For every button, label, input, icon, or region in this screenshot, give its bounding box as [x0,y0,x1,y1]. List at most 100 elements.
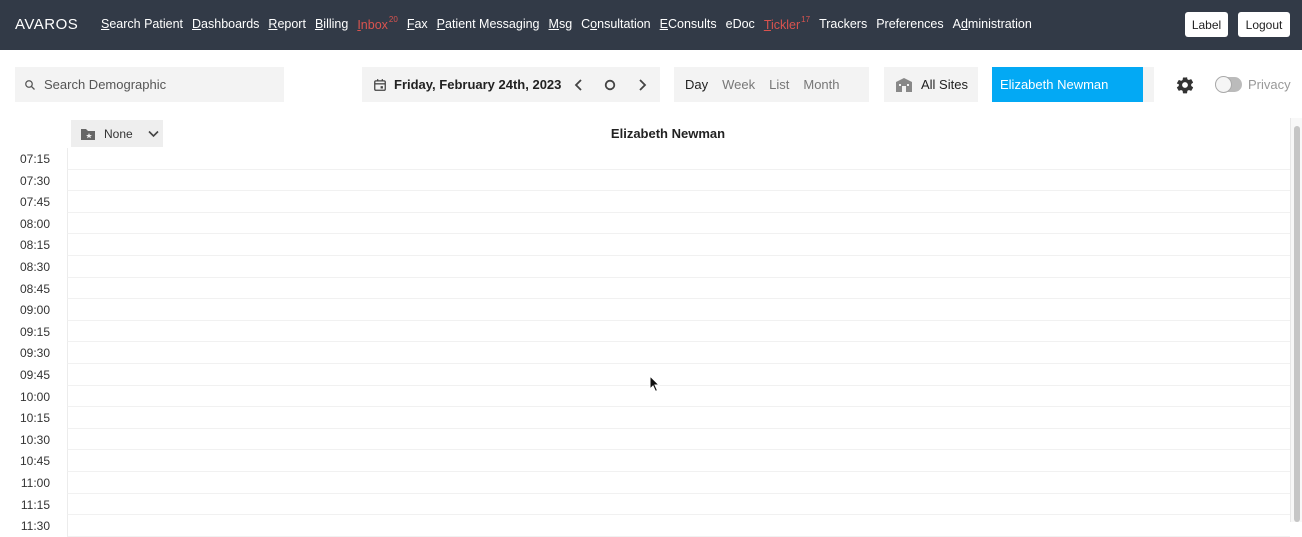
appointment-slot[interactable] [67,212,1290,235]
nav-item-text: C [581,17,591,31]
nav-item[interactable]: eDoc [726,17,755,32]
privacy-toggle[interactable] [1215,76,1242,93]
tab-week[interactable]: Week [722,77,755,92]
appointment-slot[interactable] [67,471,1290,494]
appointment-slot[interactable] [67,148,1290,170]
top-navbar: AVAROS Search Patient Dashboards Report Bil… [0,0,1302,50]
nav-item-text: eport [277,17,306,31]
gear-icon [1176,77,1194,94]
nav-item[interactable]: EConsults [660,17,717,32]
appointment-slot[interactable] [67,385,1290,408]
appointment-slot[interactable] [67,450,1290,472]
nav-item-text: nbox [360,18,388,33]
appointment-slot[interactable] [67,169,1290,192]
nav-item[interactable]: Billing [315,17,348,32]
nav-item[interactable]: Inbox20 [357,15,398,33]
time-slot-row: 09:45 [0,363,1290,386]
appointment-slot[interactable] [67,234,1290,256]
time-label: 09:15 [19,324,50,339]
next-day-button[interactable] [630,67,654,102]
previous-day-button[interactable] [567,67,591,102]
nav-item[interactable]: Trackers [819,17,867,32]
sites-selector[interactable]: All Sites [884,67,978,102]
appointment-slot[interactable] [67,191,1290,213]
nav-item-text: ashboards [201,17,260,31]
search-input[interactable] [44,77,264,92]
appointment-slot[interactable] [67,277,1290,300]
nav-item-text: atient Messaging [445,17,540,31]
time-label: 10:15 [19,411,50,426]
search-demographic [15,67,284,102]
time-slot-row: 10:45 [0,450,1290,472]
appointment-slot[interactable] [67,320,1290,343]
time-label: 11:00 [20,475,50,490]
nav-badge: 17 [801,15,811,24]
nav-item[interactable]: Administration [953,17,1032,32]
folder-label: None [104,126,133,141]
appointment-slot[interactable] [67,255,1290,278]
scrollbar-thumb[interactable] [1294,126,1300,522]
time-slot-row: 09:00 [0,299,1290,321]
label-button[interactable]: Label [1185,12,1228,37]
time-slot-row: 11:30 [0,515,1290,537]
nav-item-text: ministration [967,17,1032,31]
time-slot-row: 10:15 [0,407,1290,429]
appointment-slot[interactable] [67,515,1290,537]
nav-item-text: ax [414,17,428,31]
time-slot-row: 11:15 [0,493,1290,516]
nav-item-text: nsultation [597,17,651,31]
nav-item-hotkey: M [548,17,559,31]
time-slot-row: 09:30 [0,342,1290,364]
today-button[interactable] [598,67,622,102]
time-label: 09:00 [19,303,50,318]
appointment-slot[interactable] [67,363,1290,386]
nav-item[interactable]: Tickler17 [764,15,811,33]
nav-item-text: ickler [770,18,801,33]
sites-label: All Sites [921,77,968,92]
time-label: 10:45 [19,454,50,469]
provider-column-title: Elizabeth Newman [610,126,726,141]
nav-item[interactable]: Msg [549,17,573,32]
nav-item[interactable]: Consultation [581,17,651,32]
tab-month[interactable]: Month [803,77,839,92]
folder-dropdown[interactable]: None [71,120,163,147]
tab-list[interactable]: List [769,77,789,92]
chevron-down-icon [148,130,159,137]
time-label: 08:15 [19,238,50,253]
nav-item-text: A [952,17,961,31]
vertical-scrollbar[interactable] [1290,118,1302,522]
appointment-slot[interactable] [67,407,1290,429]
brand-logo[interactable]: AVAROS [15,16,78,33]
nav-item[interactable]: Report [268,17,306,32]
time-slot-row: 08:00 [0,212,1290,235]
time-slot-row: 10:00 [0,385,1290,408]
provider-selector[interactable]: Elizabeth Newman [992,67,1143,102]
nav-item[interactable]: Fax [407,17,428,32]
appointment-slot[interactable] [67,299,1290,321]
privacy-label: Privacy [1248,77,1291,92]
appointment-slot[interactable] [67,428,1290,451]
time-label: 07:30 [19,173,50,188]
time-slot-row: 08:45 [0,277,1290,300]
appointment-slot[interactable] [67,493,1290,516]
nav-item[interactable]: Patient Messaging [437,17,540,32]
nav-item[interactable]: Preferences [876,17,943,32]
nav-item[interactable]: Search Patient [101,17,183,32]
time-label: 09:45 [19,367,50,382]
time-label: 08:45 [19,281,50,296]
time-slot-row: 10:30 [0,428,1290,451]
time-label: 09:30 [19,346,50,361]
time-slot-row: 11:00 [0,471,1290,494]
nav-item-text: illing [323,17,349,31]
settings-button[interactable] [1175,75,1195,95]
time-label: 08:00 [19,216,50,231]
logout-button[interactable]: Logout [1238,12,1290,37]
tab-day[interactable]: Day [685,77,708,92]
nav-item[interactable]: Dashboards [192,17,259,32]
time-slot-row: 07:45 [0,191,1290,213]
time-label: 07:45 [19,195,50,210]
circle-icon [604,79,616,90]
schedule-grid: 07:15 07:30 07:45 08:00 08:15 08:30 08:45 09:00… [0,148,1290,537]
appointment-slot[interactable] [67,342,1290,364]
calendar-icon[interactable] [373,78,387,92]
